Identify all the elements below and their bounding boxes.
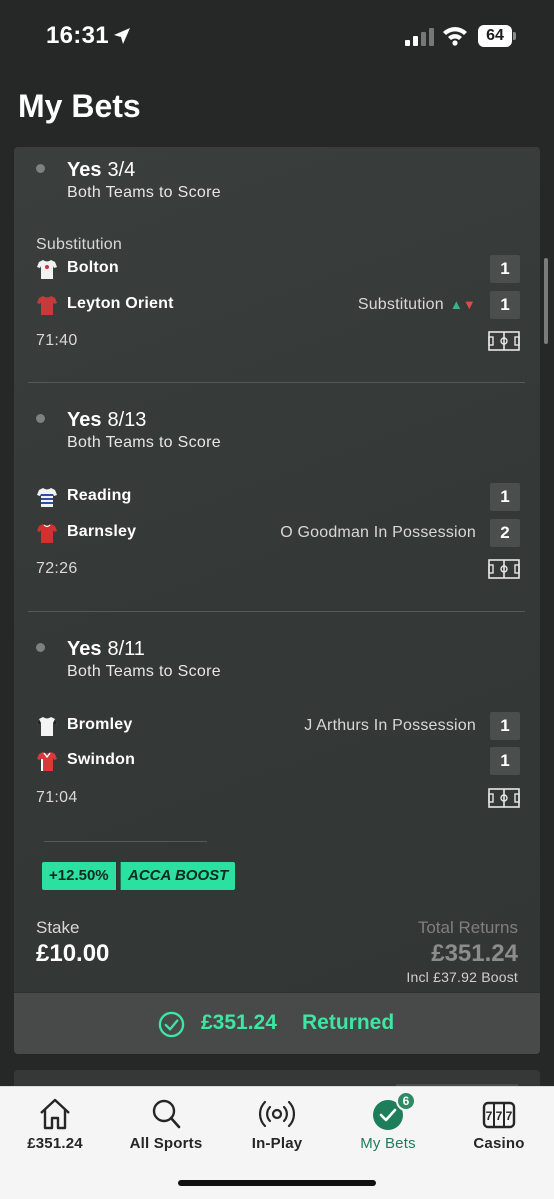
swindon-shirt-icon — [37, 752, 57, 771]
selection-name: Yes 3/4 — [67, 159, 136, 181]
pitch-icon[interactable] — [488, 331, 520, 351]
page-title: My Bets — [18, 88, 141, 124]
battery-indicator: 64 — [478, 25, 516, 47]
boost-included-note: Incl £37.92 Boost — [406, 969, 518, 985]
selection-name: Yes 8/11 — [67, 638, 145, 660]
team-name: Bromley — [67, 716, 133, 733]
reading-shirt-icon — [37, 488, 57, 507]
stake-value: £10.00 — [36, 940, 110, 967]
selection-odds: 8/13 — [107, 409, 147, 431]
selection-name: Yes 8/13 — [67, 409, 147, 431]
team-row-home: Bolton 1 — [36, 255, 520, 283]
returned-amount: £351.24 — [201, 1011, 277, 1034]
boost-percent-badge: +12.50% — [42, 862, 116, 890]
total-returns-value: £351.24 — [431, 940, 518, 967]
match-clock: 71:04 — [36, 789, 78, 806]
search-icon — [152, 1099, 181, 1129]
tab-label: My Bets — [360, 1135, 416, 1152]
tab-casino[interactable]: 7 7 7 Casino — [444, 1087, 554, 1157]
match-clock: 72:26 — [36, 560, 78, 577]
bet-card: Yes 3/4 Both Teams to Score Substitution … — [14, 147, 540, 1054]
event-label: Substitution — [36, 236, 123, 253]
team-row-away: Swindon 1 — [36, 747, 520, 775]
leg-status-dot — [36, 414, 45, 423]
total-returns-label: Total Returns — [417, 918, 518, 937]
tab-all-sports[interactable]: All Sports — [111, 1087, 221, 1157]
returned-banner: £351.24 Returned — [14, 992, 540, 1054]
pitch-icon[interactable] — [488, 559, 520, 579]
home-indicator[interactable] — [178, 1180, 376, 1186]
live-event: O Goodman In Possession — [280, 524, 476, 541]
stake-label: Stake — [36, 918, 80, 937]
leg-status-dot — [36, 164, 45, 173]
svg-text:7: 7 — [486, 1109, 493, 1123]
tab-home[interactable]: £351.24 — [0, 1087, 110, 1157]
tab-label: £351.24 — [27, 1135, 83, 1152]
team-name: Swindon — [67, 751, 136, 768]
selection-odds: 3/4 — [107, 159, 136, 181]
team-name: Barnsley — [67, 523, 137, 540]
score-box: 1 — [490, 483, 520, 511]
team-name: Leyton Orient — [67, 295, 174, 312]
my-bets-count-badge: 6 — [396, 1091, 416, 1111]
team-row-away: Barnsley O Goodman In Possession 2 — [36, 519, 520, 547]
match-clock: 71:40 — [36, 332, 78, 349]
acca-boost-badge: ACCA BOOST — [120, 862, 236, 890]
team-row-away: Leyton Orient Substitution ▲▼ 1 — [36, 291, 520, 319]
svg-text:7: 7 — [496, 1109, 503, 1123]
leg-divider — [28, 611, 525, 612]
location-arrow-icon — [114, 28, 130, 44]
live-broadcast-icon — [259, 1100, 295, 1128]
market-name: Both Teams to Score — [67, 663, 221, 680]
scrollbar[interactable] — [544, 258, 548, 344]
leyton-orient-shirt-icon — [37, 296, 57, 315]
svg-text:7: 7 — [506, 1109, 513, 1123]
team-name: Bolton — [67, 259, 119, 276]
status-bar: 16:31 64 — [0, 0, 554, 70]
cellular-signal-icon — [405, 28, 434, 46]
tab-my-bets[interactable]: 6 My Bets — [333, 1087, 443, 1157]
score-box: 1 — [490, 255, 520, 283]
live-event: Substitution ▲▼ — [357, 296, 476, 313]
leg-status-dot — [36, 643, 45, 652]
slot-machine-icon: 7 7 7 — [482, 1101, 516, 1129]
score-box: 2 — [490, 519, 520, 547]
pitch-icon[interactable] — [488, 788, 520, 808]
leg-divider — [28, 382, 525, 383]
market-name: Both Teams to Score — [67, 434, 221, 451]
tab-label: Casino — [473, 1135, 525, 1152]
substitution-arrows-icon: ▲▼ — [449, 297, 476, 312]
live-event: J Arthurs In Possession — [304, 717, 476, 734]
barnsley-shirt-icon — [37, 524, 57, 543]
status-time: 16:31 — [46, 22, 109, 49]
team-row-home: Bromley J Arthurs In Possession 1 — [36, 712, 520, 740]
returned-label: Returned — [302, 1011, 395, 1034]
selection-odds: 8/11 — [107, 638, 145, 660]
team-row-home: Reading 1 — [36, 483, 520, 511]
score-box: 1 — [490, 712, 520, 740]
tab-label: In-Play — [251, 1135, 303, 1152]
tab-in-play[interactable]: In-Play — [222, 1087, 332, 1157]
check-circle-icon — [158, 1011, 185, 1038]
tab-label: All Sports — [129, 1135, 203, 1152]
market-name: Both Teams to Score — [67, 184, 221, 201]
score-box: 1 — [490, 291, 520, 319]
team-name: Reading — [67, 487, 132, 504]
score-box: 1 — [490, 747, 520, 775]
home-icon — [40, 1098, 70, 1130]
boost-divider — [44, 841, 207, 842]
battery-level: 64 — [478, 25, 512, 47]
bromley-shirt-icon — [37, 717, 57, 736]
bolton-shirt-icon — [37, 260, 57, 279]
wifi-icon — [443, 27, 467, 46]
